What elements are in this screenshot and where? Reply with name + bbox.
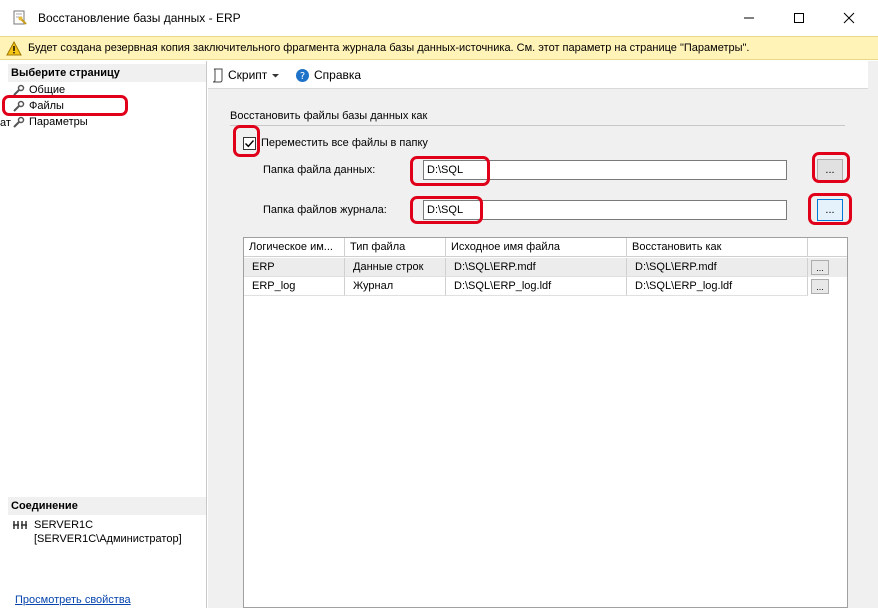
svg-text:?: ? xyxy=(300,71,305,82)
cell-file-type: Журнал xyxy=(345,277,446,296)
script-icon xyxy=(212,68,223,82)
connection-header: Соединение xyxy=(8,497,206,515)
log-folder-browse-button[interactable]: ... xyxy=(817,199,843,221)
wrench-icon xyxy=(13,84,25,96)
help-icon: ? xyxy=(296,68,309,82)
cell-restore-as[interactable]: D:\SQL\ERP_log.ldf xyxy=(627,277,808,296)
cell-original-file-name: D:\SQL\ERP_log.ldf xyxy=(446,277,627,296)
log-folder-input[interactable]: D:\SQL xyxy=(423,200,787,220)
log-folder-label: Папка файлов журнала: xyxy=(263,204,387,216)
cell-restore-as[interactable]: D:\SQL\ERP.mdf xyxy=(627,258,808,277)
script-button[interactable]: Скрипт xyxy=(211,66,280,84)
connection-server: SERVER1C xyxy=(34,519,94,531)
row-browse-button[interactable]: ... xyxy=(811,260,829,275)
wrench-icon xyxy=(13,100,25,112)
table-row[interactable]: ERP Данные строк D:\SQL\ERP.mdf D:\SQL\E… xyxy=(244,258,847,277)
grid-header: Логическое им... Тип файла Исходное имя … xyxy=(244,238,847,257)
sidebar-item-label: Параметры xyxy=(29,116,88,128)
view-properties-link[interactable]: Просмотреть свойства xyxy=(15,594,131,606)
script-label: Скрипт xyxy=(228,68,268,82)
window-title: Восстановление базы данных - ERP xyxy=(38,11,241,25)
sidebar-item-label: Файлы xyxy=(29,100,64,112)
table-row[interactable]: ERP_log Журнал D:\SQL\ERP_log.ldf D:\SQL… xyxy=(244,277,847,296)
data-folder-input[interactable]: D:\SQL xyxy=(423,160,787,180)
connection-user: [SERVER1C\Администратор] xyxy=(34,533,182,545)
connection-info: SERVER1C [SERVER1C\Администратор] xyxy=(34,518,182,546)
close-button[interactable] xyxy=(826,0,872,36)
restore-files-group-title: Восстановить файлы базы данных как xyxy=(230,110,428,122)
relocate-all-files-checkbox[interactable] xyxy=(243,137,256,150)
cell-file-type: Данные строк xyxy=(345,258,446,277)
column-restore-as[interactable]: Восстановить как xyxy=(627,238,808,257)
sidebar-item-general[interactable]: Общие xyxy=(12,82,65,98)
data-folder-browse-button[interactable]: ... xyxy=(817,159,843,181)
right-edge-strip xyxy=(868,61,878,608)
minimize-icon xyxy=(744,17,754,19)
database-restore-icon xyxy=(13,10,27,25)
column-logical-name[interactable]: Логическое им... xyxy=(244,238,345,257)
column-browse xyxy=(808,238,847,257)
warning-text: Будет создана резервная копия заключител… xyxy=(28,42,750,54)
relocate-all-files-label: Переместить все файлы в папку xyxy=(261,137,428,149)
help-label: Справка xyxy=(314,68,362,82)
close-icon xyxy=(843,12,855,24)
restore-database-dialog: Восстановление базы данных - ERP Будет с… xyxy=(0,0,878,608)
column-original-file-name[interactable]: Исходное имя файла xyxy=(446,238,627,257)
maximize-icon xyxy=(794,13,804,23)
select-page-header: Выберите страницу xyxy=(8,64,206,82)
checkmark-icon xyxy=(245,140,255,148)
cell-original-file-name: D:\SQL\ERP.mdf xyxy=(446,258,627,277)
title-bar: Восстановление базы данных - ERP xyxy=(0,0,878,36)
sidebar-item-files[interactable]: Файлы xyxy=(12,98,64,114)
connection-icon xyxy=(13,521,27,529)
sidebar-item-options[interactable]: Параметры xyxy=(12,114,88,130)
maximize-button[interactable] xyxy=(776,0,822,36)
cell-logical-name[interactable]: ERP xyxy=(244,258,345,277)
chevron-down-icon xyxy=(272,73,280,77)
warning-bar: Будет создана резервная копия заключител… xyxy=(0,36,878,60)
database-files-grid: Логическое им... Тип файла Исходное имя … xyxy=(243,237,848,608)
wrench-icon xyxy=(13,116,25,128)
clipped-text: ат xyxy=(0,117,11,129)
minimize-button[interactable] xyxy=(726,0,772,36)
help-button[interactable]: ? Справка xyxy=(295,66,361,84)
column-file-type[interactable]: Тип файла xyxy=(345,238,446,257)
warning-icon xyxy=(6,41,22,56)
row-browse-button[interactable]: ... xyxy=(811,279,829,294)
data-folder-label: Папка файла данных: xyxy=(263,164,376,176)
files-page-content: Восстановить файлы базы данных как Перем… xyxy=(208,89,868,608)
page-selector-pane: Выберите страницу Общие Файлы Параметры … xyxy=(0,61,207,608)
cell-logical-name[interactable]: ERP_log xyxy=(244,277,345,296)
toolbar: Скрипт ? Справка xyxy=(208,61,868,89)
sidebar-item-label: Общие xyxy=(29,84,66,96)
group-divider xyxy=(230,125,845,126)
